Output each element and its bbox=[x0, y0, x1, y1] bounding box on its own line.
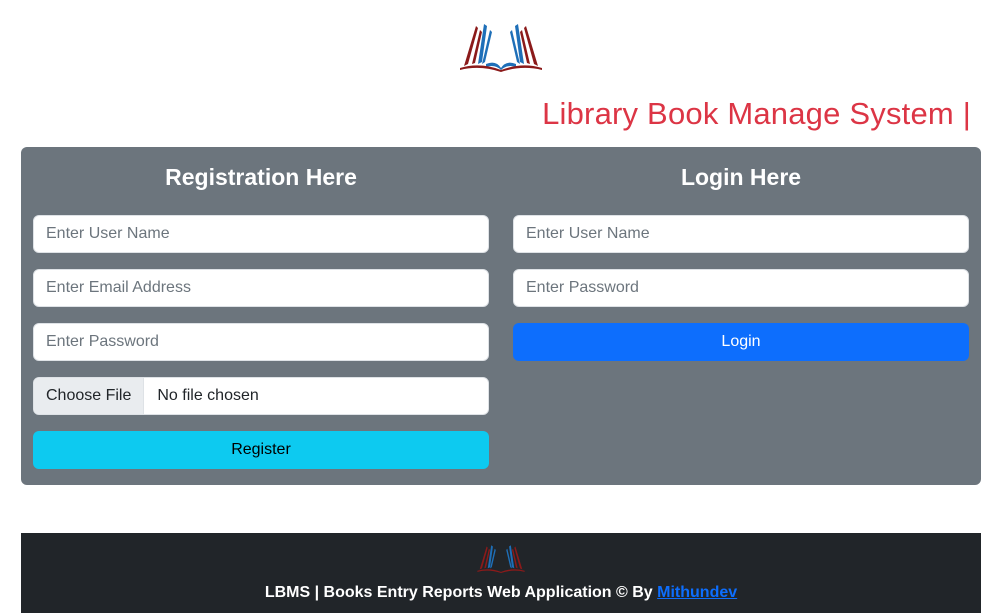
login-password-input[interactable] bbox=[513, 269, 969, 307]
auth-panel: Registration Here Choose File No file ch… bbox=[21, 147, 981, 485]
register-email-input[interactable] bbox=[33, 269, 489, 307]
registration-heading: Registration Here bbox=[165, 164, 357, 190]
register-username-input[interactable] bbox=[33, 215, 489, 253]
register-button[interactable]: Register bbox=[33, 431, 489, 469]
footer: LBMS | Books Entry Reports Web Applicati… bbox=[21, 533, 981, 613]
open-book-logo-icon bbox=[477, 545, 525, 573]
site-title: Library Book Manage System | bbox=[542, 96, 971, 131]
login-username-input[interactable] bbox=[513, 215, 969, 253]
choose-file-button[interactable]: Choose File bbox=[34, 378, 145, 414]
footer-copyright: LBMS | Books Entry Reports Web Applicati… bbox=[264, 584, 658, 601]
footer-text: LBMS | Books Entry Reports Web Applicati… bbox=[21, 584, 981, 602]
register-password-input[interactable] bbox=[33, 323, 489, 361]
file-status-text: No file chosen bbox=[157, 387, 259, 404]
login-heading: Login Here bbox=[680, 164, 802, 190]
profile-file-input[interactable]: Choose File No file chosen bbox=[33, 377, 489, 415]
open-book-logo-icon bbox=[460, 24, 542, 72]
author-link[interactable]: Mithundev bbox=[657, 584, 737, 601]
login-button[interactable]: Login bbox=[513, 323, 969, 361]
